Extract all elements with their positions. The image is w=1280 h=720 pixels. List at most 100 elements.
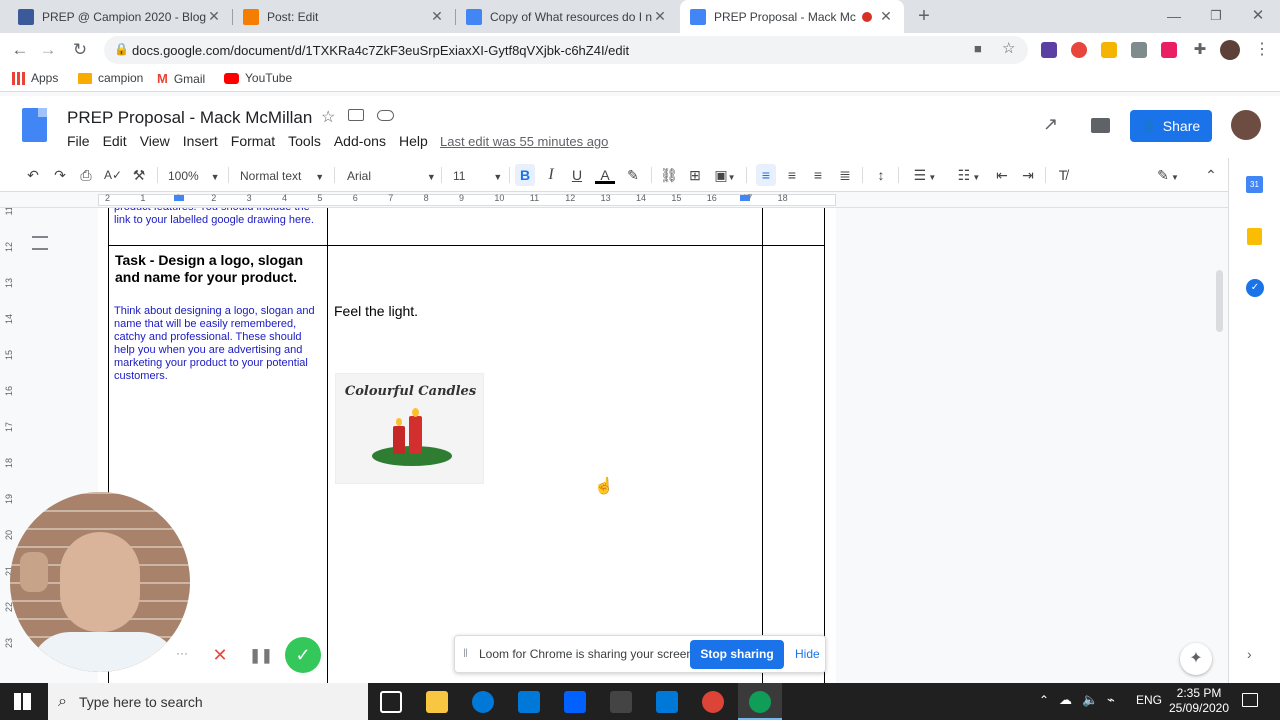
spellcheck-icon[interactable]: A✓ [104, 166, 122, 184]
loom-cancel-icon[interactable]: ✕ [204, 639, 236, 671]
editing-mode-icon[interactable]: ✎ ▼ [1153, 166, 1183, 184]
menu-addons[interactable]: Add-ons [334, 133, 386, 149]
more-menu-icon[interactable]: ⋮ [1250, 38, 1274, 62]
add-comment-icon[interactable]: ⊞ [686, 166, 704, 184]
redo-icon[interactable]: ↷ [51, 166, 69, 184]
stop-sharing-button[interactable]: Stop sharing [690, 640, 784, 669]
url-text[interactable]: docs.google.com/document/d/1TXKRa4c7ZkF3… [132, 43, 629, 58]
windows-start-icon[interactable] [14, 693, 31, 710]
volume-icon[interactable]: 🔈 [1082, 692, 1098, 708]
menu-tools[interactable]: Tools [288, 133, 321, 149]
back-arrow-icon[interactable]: ← [8, 38, 32, 62]
tab-post-edit[interactable]: Post: Edit ✕ [233, 0, 455, 33]
move-folder-icon[interactable] [348, 109, 364, 121]
calendar-icon[interactable]: 31 [1246, 176, 1263, 193]
tab-prep-blogs[interactable]: PREP @ Campion 2020 - Blogs ✕ [8, 0, 232, 33]
font-size-select[interactable]: 11 ▼ [453, 166, 503, 184]
close-tab-icon[interactable]: ✕ [206, 8, 222, 25]
tab-prep-proposal[interactable]: PREP Proposal - Mack McMil ✕ [680, 0, 904, 33]
omnibox[interactable]: 🔒 docs.google.com/document/d/1TXKRa4c7Zk… [104, 36, 1028, 64]
numbered-list-icon[interactable]: ☰ ▼ [906, 166, 944, 184]
italic-button[interactable]: I [542, 166, 560, 184]
camera-icon[interactable]: ■ [974, 41, 982, 56]
minimize-window-icon[interactable]: — [1162, 4, 1186, 28]
bulleted-list-icon[interactable]: ☷ ▼ [950, 166, 988, 184]
decrease-indent-icon[interactable]: ⇤ [993, 166, 1011, 184]
align-center-icon[interactable]: ≡ [783, 166, 801, 184]
clock[interactable]: 2:35 PM 25/09/2020 [1168, 686, 1230, 716]
keep-icon[interactable] [1247, 228, 1262, 245]
slogan-text[interactable]: Feel the light. [334, 303, 418, 319]
bold-button[interactable]: B [515, 164, 535, 186]
notification-center-icon[interactable] [1242, 693, 1258, 707]
right-indent-marker-icon[interactable] [740, 195, 750, 201]
zoom-select[interactable]: 100% ▼ [168, 166, 222, 184]
extension-icon[interactable] [1041, 42, 1057, 58]
collapse-toolbar-icon[interactable]: ⌃ [1202, 166, 1220, 184]
cloud-tray-icon[interactable]: ☁ [1059, 692, 1072, 708]
task-heading[interactable]: Task - Design a logo, slogan and name fo… [115, 252, 320, 286]
app-icon[interactable] [610, 691, 632, 713]
network-icon[interactable]: ⌁ [1107, 692, 1115, 708]
docs-logo-icon[interactable] [22, 108, 47, 142]
webcam-bubble[interactable] [10, 492, 190, 672]
tab-copy-resources[interactable]: Copy of What resources do I nee ✕ [456, 0, 678, 33]
bookmark-gmail[interactable]: M Gmail [157, 71, 205, 86]
show-hidden-icons-icon[interactable]: ⌃ [1039, 693, 1049, 707]
paint-format-icon[interactable]: ⚒ [130, 166, 148, 184]
menu-file[interactable]: File [67, 133, 90, 149]
align-left-icon[interactable]: ≡ [756, 164, 776, 186]
menu-insert[interactable]: Insert [183, 133, 218, 149]
increase-indent-icon[interactable]: ⇥ [1019, 166, 1037, 184]
mail-icon[interactable] [656, 691, 678, 713]
last-edit-link[interactable]: Last edit was 55 minutes ago [440, 134, 608, 149]
highlight-color-icon[interactable]: ✎ [624, 166, 642, 184]
drag-handle-icon[interactable]: ‖ [463, 646, 468, 660]
reload-icon[interactable]: ↻ [68, 38, 92, 62]
extension-icon[interactable] [1161, 42, 1177, 58]
extension-icon[interactable] [1131, 42, 1147, 58]
clear-formatting-icon[interactable]: T̸ [1054, 166, 1072, 184]
line-spacing-icon[interactable]: ↕ [872, 166, 890, 184]
puzzle-extensions-icon[interactable]: ✚ [1188, 38, 1212, 62]
close-tab-icon[interactable]: ✕ [878, 8, 894, 25]
bookmark-campion[interactable]: campion [78, 71, 143, 85]
comments-icon[interactable] [1091, 118, 1110, 133]
forward-arrow-icon[interactable]: → [36, 38, 60, 62]
justify-icon[interactable]: ≣ [836, 166, 854, 184]
menu-help[interactable]: Help [399, 133, 428, 149]
menu-format[interactable]: Format [231, 133, 275, 149]
task-view-icon[interactable] [380, 691, 402, 713]
input-language[interactable]: ENG [1136, 693, 1162, 707]
print-icon[interactable]: ⎙ [77, 166, 95, 184]
edge-icon[interactable] [472, 691, 494, 713]
account-avatar[interactable] [1231, 110, 1261, 140]
align-right-icon[interactable]: ≡ [809, 166, 827, 184]
document-title[interactable]: PREP Proposal - Mack McMillan [67, 108, 312, 128]
task-instructions[interactable]: Think about designing a logo, slogan and… [114, 305, 324, 383]
store-icon[interactable] [518, 691, 540, 713]
font-select[interactable]: Arial ▼ [347, 166, 436, 184]
restore-window-icon[interactable]: ❐ [1204, 4, 1228, 28]
share-button[interactable]: 👤 Share [1130, 110, 1212, 142]
document-outline-icon[interactable] [32, 236, 48, 250]
loom-finish-icon[interactable]: ✓ [285, 637, 321, 673]
menu-edit[interactable]: Edit [103, 133, 127, 149]
activity-trend-icon[interactable]: ↗ [1043, 114, 1058, 135]
dropbox-icon[interactable] [564, 691, 586, 713]
paragraph-style-select[interactable]: Normal text ▼ [240, 166, 328, 184]
profile-avatar[interactable] [1220, 40, 1240, 60]
close-window-icon[interactable]: ✕ [1246, 4, 1270, 28]
left-indent-marker-icon[interactable] [174, 195, 184, 201]
previous-row-instructions[interactable]: product features. You should include the… [114, 208, 322, 227]
loom-pause-icon[interactable]: ❚❚ [245, 639, 277, 671]
close-tab-icon[interactable]: ✕ [652, 8, 668, 25]
close-tab-icon[interactable]: ✕ [429, 8, 445, 25]
loom-more-icon[interactable]: ··· [172, 644, 192, 664]
bookmark-apps[interactable]: Apps [12, 71, 58, 85]
insert-link-icon[interactable]: ⛓ [659, 166, 679, 184]
vertical-scrollbar[interactable] [1216, 270, 1223, 332]
bookmark-youtube[interactable]: YouTube [224, 71, 292, 85]
underline-button[interactable]: U [568, 166, 586, 184]
insert-image-icon[interactable]: ▣▼ [712, 166, 738, 184]
